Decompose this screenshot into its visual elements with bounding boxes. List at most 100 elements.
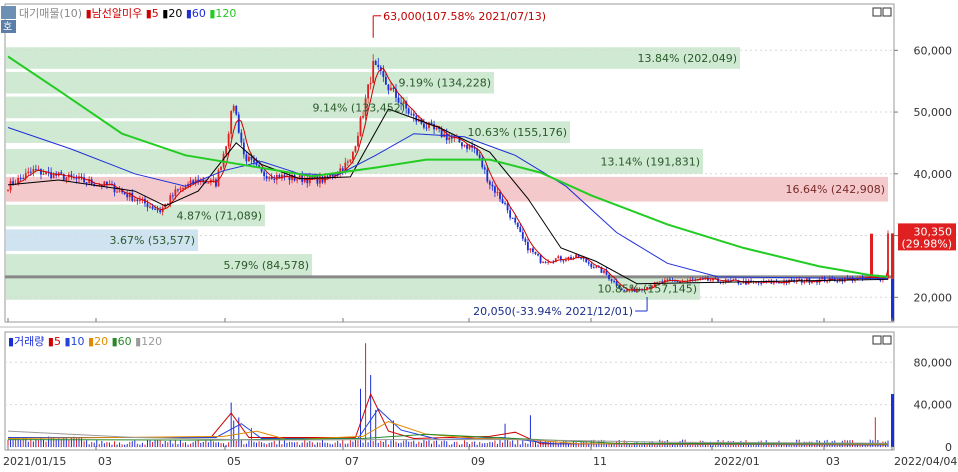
volume-bar bbox=[628, 444, 630, 447]
volume-bar bbox=[126, 443, 128, 447]
volume-bar bbox=[243, 444, 245, 447]
volume-bar bbox=[108, 442, 110, 447]
volume-bar bbox=[735, 444, 737, 447]
volume-bar bbox=[575, 442, 577, 447]
volume-bar bbox=[621, 444, 623, 447]
candle-body bbox=[27, 171, 30, 174]
volume-bar bbox=[37, 439, 39, 447]
price-tick-label: 60,000 bbox=[914, 44, 953, 57]
candle-body bbox=[377, 64, 380, 67]
volume-bar bbox=[174, 440, 176, 447]
volume-bar bbox=[157, 439, 159, 447]
volume-bar bbox=[245, 443, 247, 447]
volume-bar bbox=[311, 442, 313, 447]
volume-panel-maximize-icon[interactable] bbox=[882, 335, 892, 345]
volume-bar bbox=[631, 444, 633, 447]
volume-bar bbox=[197, 440, 199, 447]
volume-bar bbox=[484, 443, 486, 447]
volume-bar bbox=[656, 444, 658, 447]
supply-zone-label: 9.14% (133,452) bbox=[312, 101, 405, 114]
volume-bar bbox=[362, 442, 364, 447]
volume-bar bbox=[489, 441, 491, 447]
volume-bar bbox=[233, 420, 235, 447]
price-panel-maximize-icon[interactable] bbox=[882, 7, 892, 17]
volume-bar bbox=[200, 442, 202, 447]
volume-bar bbox=[529, 415, 531, 447]
candle-body bbox=[182, 188, 184, 190]
volume-bar bbox=[438, 444, 440, 447]
supply-zone-label: 5.79% (84,578) bbox=[223, 259, 309, 272]
volume-bar bbox=[281, 444, 283, 447]
legend-ma-entry: ▮20 bbox=[162, 7, 186, 20]
volume-bar bbox=[288, 441, 290, 447]
volume-bar bbox=[380, 440, 382, 447]
volume-bar bbox=[354, 439, 356, 447]
volume-bar bbox=[304, 440, 306, 447]
volume-bar bbox=[220, 443, 222, 447]
candle-body bbox=[760, 282, 763, 284]
volume-bar bbox=[210, 439, 212, 447]
volume-bar bbox=[301, 442, 303, 447]
volume-bar bbox=[377, 442, 379, 447]
candle-body bbox=[392, 87, 395, 90]
volume-bar bbox=[263, 443, 265, 447]
volume-bar bbox=[101, 440, 103, 447]
candle-body bbox=[146, 203, 149, 208]
date-tick-label: 11 bbox=[593, 455, 607, 468]
candle-body bbox=[7, 190, 9, 192]
candle-body bbox=[461, 142, 463, 147]
candle-body bbox=[870, 233, 873, 277]
candle-body bbox=[382, 71, 385, 77]
volume-bar bbox=[342, 439, 344, 447]
volume-bar bbox=[527, 443, 529, 447]
volume-bar bbox=[479, 441, 481, 447]
candle-body bbox=[154, 208, 157, 210]
candle-body bbox=[60, 172, 63, 174]
supply-zone-label: 9.19% (134,228) bbox=[398, 77, 491, 90]
candle-body bbox=[116, 191, 118, 193]
volume-bar bbox=[167, 442, 169, 447]
volume-bar bbox=[212, 441, 214, 447]
volume-bar bbox=[309, 441, 311, 447]
candle-body bbox=[478, 154, 481, 159]
volume-bar bbox=[91, 442, 93, 447]
candle-body bbox=[483, 167, 486, 170]
volume-bar bbox=[179, 439, 181, 447]
supply-zone-label: 10.85% (157,145) bbox=[597, 283, 697, 296]
candle-body bbox=[230, 110, 233, 134]
volume-bar bbox=[471, 441, 473, 447]
date-tick-label: 2021/01/15 bbox=[3, 455, 66, 468]
candle-body bbox=[220, 166, 222, 171]
volume-bar bbox=[456, 441, 458, 447]
volume-bar bbox=[114, 441, 116, 447]
volume-bar bbox=[86, 440, 88, 447]
volume-bar bbox=[347, 443, 349, 447]
candle-body bbox=[126, 194, 129, 198]
candle-body bbox=[177, 189, 179, 191]
volume-panel-restore-icon[interactable] bbox=[872, 335, 882, 345]
candle-body bbox=[491, 184, 494, 187]
candle-body bbox=[501, 199, 504, 204]
legend-volume-ma-entry: ▮5 bbox=[48, 335, 65, 348]
candle-body bbox=[237, 114, 240, 133]
volume-bar bbox=[187, 444, 189, 447]
candle-body bbox=[511, 217, 514, 219]
volume-bar bbox=[240, 440, 242, 447]
candle-body bbox=[494, 186, 496, 193]
candle-body bbox=[425, 127, 428, 129]
menu-toggle-button[interactable] bbox=[1, 6, 16, 19]
candle-body bbox=[422, 123, 425, 128]
volume-bar bbox=[35, 439, 37, 447]
supply-zone-label: 16.64% (242,908) bbox=[785, 183, 885, 196]
candle-body bbox=[22, 178, 25, 180]
candle-body bbox=[524, 238, 527, 242]
candle-body bbox=[435, 127, 438, 130]
candle-body bbox=[790, 279, 793, 281]
price-panel-restore-icon[interactable] bbox=[872, 7, 882, 17]
volume-bar bbox=[367, 442, 369, 447]
volume-bar bbox=[306, 442, 308, 447]
volume-bar bbox=[334, 442, 336, 447]
volume-bar bbox=[357, 440, 359, 447]
candle-body bbox=[212, 179, 215, 181]
legend-indicator-name: 대기매물(10) bbox=[19, 7, 86, 20]
